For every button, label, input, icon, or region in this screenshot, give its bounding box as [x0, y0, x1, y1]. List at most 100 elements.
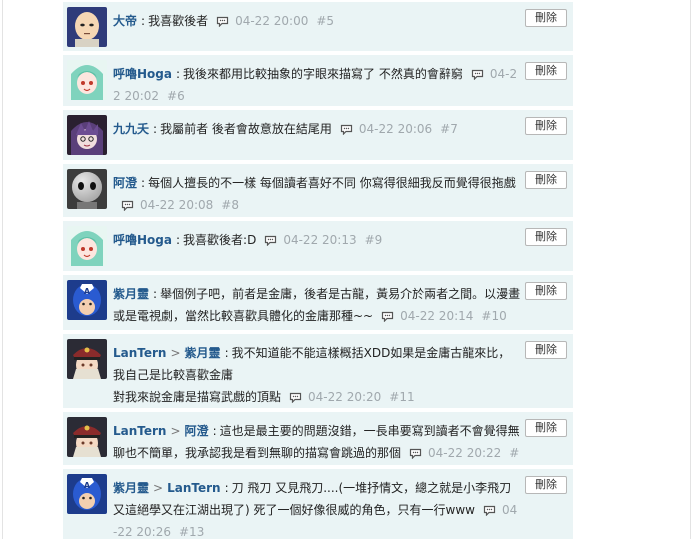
comment-time: 04-22 20:20	[308, 390, 382, 404]
comment-number: #6	[167, 89, 185, 103]
reply-bubble-icon[interactable]	[471, 69, 484, 80]
avatar-purple-hair-icon	[67, 115, 107, 155]
comment-author[interactable]: 紫月靈	[113, 481, 149, 495]
comment-author[interactable]: LanTern	[113, 424, 166, 438]
comment-author[interactable]: LanTern	[113, 346, 166, 360]
colon: :	[175, 233, 181, 247]
colon: :	[224, 481, 229, 495]
comment-text: 紫月靈: 舉個例子吧，前者是金庸，後者是古龍，黃易介於兩者之間。以漫畫或是電視劇，…	[113, 283, 521, 327]
colon: :	[153, 287, 158, 301]
avatar[interactable]	[67, 169, 107, 209]
delete-button[interactable]: 刪除	[525, 282, 567, 300]
comment-item: 呼嚕Hoga: 我喜歡後者:D 04-22 20:13 #9 刪除	[63, 221, 573, 271]
svg-text:A: A	[84, 287, 91, 296]
delete-button[interactable]: 刪除	[525, 419, 567, 437]
avatar-blue-mask-icon: A	[67, 280, 107, 320]
delete-button[interactable]: 刪除	[525, 228, 567, 246]
comment-time: 04-22 20:22	[428, 446, 502, 460]
comment-text: LanTern > 紫月靈: 我不知道能不能這樣概括XDD如果是金庸古龍來比，我自己是…	[113, 342, 521, 408]
comment-item: 呼嚕Hoga: 我後來都用比較抽象的字眼來描寫了 不然真的會辭窮 04-22 20:…	[63, 55, 573, 106]
comment-body: 我喜歡後者	[148, 14, 209, 28]
avatar[interactable]: A	[67, 280, 107, 320]
reply-bubble-icon[interactable]	[381, 311, 394, 322]
colon: :	[175, 67, 181, 81]
svg-text:A: A	[84, 481, 91, 490]
reply-bubble-icon[interactable]	[409, 448, 422, 459]
comment-time: 04-22 20:08	[140, 198, 214, 212]
comment-number: #8	[221, 198, 239, 212]
avatar-bald-hero-icon	[67, 7, 107, 47]
comment-text: 呼嚕Hoga: 我喜歡後者:D 04-22 20:13 #9	[113, 229, 521, 251]
avatar[interactable]	[67, 7, 107, 47]
colon: :	[153, 122, 158, 136]
delete-button[interactable]: 刪除	[525, 171, 567, 189]
comment-number: #13	[179, 525, 205, 539]
comment-time: 04-22 20:06	[358, 122, 433, 136]
comment-text: 阿澄: 每個人擅長的不一樣 每個讀者喜好不同 你寫得很細我反而覺得很拖戲 04-22…	[113, 172, 521, 216]
comment-body: 我喜歡後者:D	[183, 233, 257, 247]
comment-number: #7	[440, 122, 458, 136]
avatar-green-hair-girl-icon	[67, 226, 107, 266]
delete-button[interactable]: 刪除	[525, 341, 567, 359]
reply-target[interactable]: 紫月靈	[185, 346, 221, 360]
comment-item: LanTern > 阿澄: 這也是最主要的問題沒錯，一長串要寫到讀者不會覺得無聊也不簡…	[63, 412, 573, 482]
reply-bubble-icon[interactable]	[264, 235, 277, 246]
comment-item: 九九夭: 我屬前者 後者會故意放在結尾用 04-22 20:06 #7 刪除	[63, 110, 573, 160]
comment-body: 我後來都用比較抽象的字眼來描寫了 不然真的會辭窮	[183, 67, 463, 81]
avatar-military-cap-icon	[67, 417, 107, 457]
avatar[interactable]: A	[67, 474, 107, 514]
comment-item: A 紫月靈 > LanTern: 刀 飛刀 又見飛刀....(一堆抒情文，總之就是小李…	[63, 469, 573, 539]
avatar[interactable]	[67, 115, 107, 155]
delete-button[interactable]: 刪除	[525, 62, 567, 80]
avatar[interactable]	[67, 60, 107, 100]
avatar[interactable]	[67, 226, 107, 266]
comment-author[interactable]: 呼嚕Hoga	[113, 67, 172, 81]
reply-arrow: >	[153, 481, 164, 495]
colon: :	[212, 424, 217, 438]
comment-text: 紫月靈 > LanTern: 刀 飛刀 又見飛刀....(一堆抒情文，總之就是小李飛刀…	[113, 477, 521, 543]
comment-number: #10	[481, 309, 507, 323]
comment-item: A 紫月靈: 舉個例子吧，前者是金庸，後者是古龍，黃易介於兩者之間。以漫畫或是電視…	[63, 275, 573, 330]
delete-button[interactable]: 刪除	[525, 9, 567, 27]
comment-author[interactable]: 大帝	[113, 14, 137, 28]
reply-bubble-icon[interactable]	[289, 392, 302, 403]
avatar-grey-ball-icon	[67, 169, 107, 209]
comment-text: 呼嚕Hoga: 我後來都用比較抽象的字眼來描寫了 不然真的會辭窮 04-22 20:…	[113, 63, 521, 107]
comment-time: 04-22 20:14	[400, 309, 474, 323]
reply-target[interactable]: 阿澄	[185, 424, 209, 438]
delete-button[interactable]: 刪除	[525, 117, 567, 135]
comment-author[interactable]: 紫月靈	[113, 287, 149, 301]
comment-author[interactable]: 九九夭	[113, 122, 149, 136]
reply-bubble-icon[interactable]	[216, 16, 229, 27]
comment-time: 04-22 20:13	[283, 233, 357, 247]
comment-body: 每個人擅長的不一樣 每個讀者喜好不同 你寫得很細我反而覺得很拖戲	[148, 176, 516, 190]
comment-item: 大帝: 我喜歡後者 04-22 20:00 #5 刪除	[63, 2, 573, 51]
comment-item: LanTern > 紫月靈: 我不知道能不能這樣概括XDD如果是金庸古龍來比，我自己是…	[63, 334, 573, 408]
comment-author[interactable]: 呼嚕Hoga	[113, 233, 172, 247]
avatar[interactable]	[67, 417, 107, 457]
colon: :	[141, 14, 146, 28]
comment-number: #11	[389, 390, 415, 404]
reply-arrow: >	[170, 346, 181, 360]
comment-body: 我屬前者 後者會故意放在結尾用	[160, 122, 332, 136]
comment-body-2: 對我來說金庸是描寫武戲的頂點	[113, 390, 282, 404]
avatar[interactable]	[67, 339, 107, 379]
comment-author[interactable]: 阿澄	[113, 176, 137, 190]
comment-number: #5	[316, 14, 335, 28]
comment-number: #9	[364, 233, 383, 247]
reply-arrow: >	[170, 424, 181, 438]
reply-bubble-icon[interactable]	[340, 124, 353, 135]
delete-button[interactable]: 刪除	[525, 476, 567, 494]
avatar-military-cap-icon	[67, 339, 107, 379]
reply-bubble-icon[interactable]	[483, 505, 496, 516]
avatar-green-hair-girl-icon	[67, 60, 107, 100]
reply-target[interactable]: LanTern	[167, 481, 220, 495]
comment-text: 九九夭: 我屬前者 後者會故意放在結尾用 04-22 20:06 #7	[113, 118, 521, 140]
avatar-blue-mask-icon: A	[67, 474, 107, 514]
comment-time: 04-22 20:00	[235, 14, 309, 28]
reply-bubble-icon[interactable]	[121, 200, 134, 211]
colon: :	[224, 346, 229, 360]
colon: :	[141, 176, 146, 190]
comment-item: 阿澄: 每個人擅長的不一樣 每個讀者喜好不同 你寫得很細我反而覺得很拖戲 04-22…	[63, 164, 573, 217]
comment-paragraph: 對我來說金庸是描寫武戲的頂點 04-22 20:20 #11	[113, 386, 521, 408]
